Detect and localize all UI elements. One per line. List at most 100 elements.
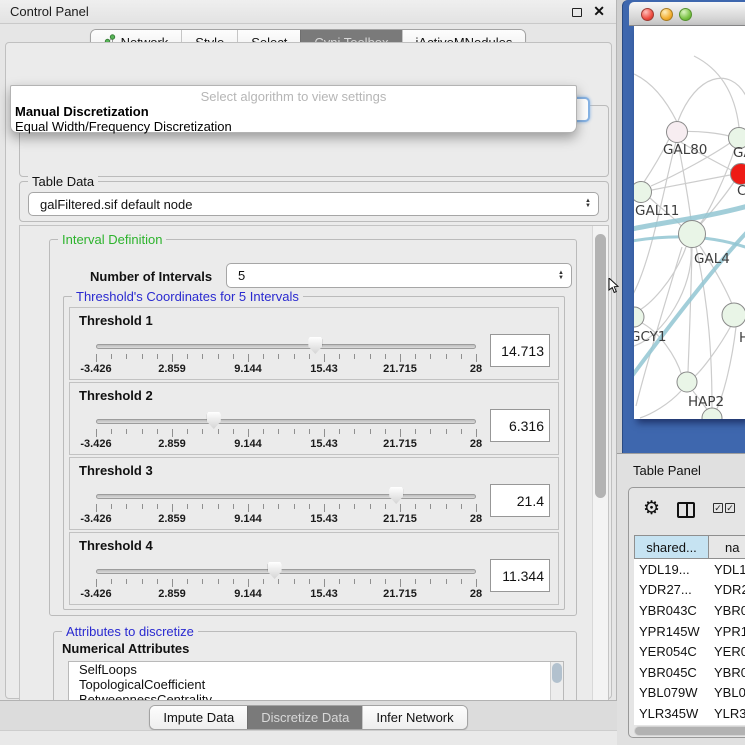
cell-name: YBL0 xyxy=(709,685,745,700)
column-header-na[interactable]: na xyxy=(709,535,745,559)
slider-ticks xyxy=(96,504,476,513)
cell-shared-name: YDL19... xyxy=(634,562,709,577)
network-edge xyxy=(696,247,712,408)
cell-name: YLR3 xyxy=(709,706,745,721)
cell-name: YBR0 xyxy=(709,665,745,680)
slider-thumb[interactable] xyxy=(308,337,322,354)
network-node-h[interactable] xyxy=(722,303,745,327)
attributes-list-scrollbar-thumb[interactable] xyxy=(552,663,562,683)
float-window-icon[interactable] xyxy=(572,8,582,17)
bottom-tab-bar: Impute DataDiscretize DataInfer Network xyxy=(0,700,617,745)
network-edge xyxy=(694,324,732,377)
network-node-gcy1[interactable] xyxy=(634,307,644,327)
network-node-c[interactable] xyxy=(731,164,745,185)
table-row[interactable]: YPR145WYPR1 xyxy=(634,621,745,642)
close-traffic-light-icon[interactable] xyxy=(641,8,654,21)
threshold-label: Threshold 4 xyxy=(79,538,153,553)
network-node-hap2[interactable] xyxy=(677,372,697,392)
threshold-value-field[interactable]: 6.316 xyxy=(490,409,550,442)
network-edge xyxy=(678,78,745,121)
column-header-shared-[interactable]: shared... xyxy=(634,535,709,559)
network-window-titlebar[interactable] xyxy=(629,2,745,26)
attributes-list-scrollbar[interactable] xyxy=(550,662,563,705)
network-node-gal4[interactable] xyxy=(679,221,706,248)
number-of-intervals-combobox[interactable]: 5 ▲▼ xyxy=(226,263,572,288)
threshold-value-field[interactable]: 11.344 xyxy=(490,559,550,592)
window-title: Control Panel xyxy=(10,4,89,19)
algorithm-option-equal-width-frequency-discretization[interactable]: Equal Width/Frequency Discretization xyxy=(15,119,232,134)
slider-thumb[interactable] xyxy=(389,487,403,504)
cell-shared-name: YER054C xyxy=(634,644,709,659)
cyni-toolbox-panel: Discretization Algorithm Table Data galF… xyxy=(5,42,612,699)
panel-scrollbar-thumb[interactable] xyxy=(595,234,606,498)
table-horizontal-scrollbar[interactable] xyxy=(634,726,745,736)
tab-impute-data[interactable]: Impute Data xyxy=(150,706,247,729)
table-header-row: shared...na xyxy=(634,535,745,559)
algorithm-option-manual-discretization[interactable]: Manual Discretization xyxy=(15,104,232,119)
table-row[interactable]: YBL079WYBL0 xyxy=(634,683,745,704)
slider-track[interactable] xyxy=(96,569,476,574)
select-columns-icons[interactable]: ✓ ✓ xyxy=(713,503,735,513)
table-row[interactable]: YDL19...YDL1 xyxy=(634,559,745,580)
table-row[interactable]: YLR345WYLR3 xyxy=(634,703,745,724)
tab-discretize-data[interactable]: Discretize Data xyxy=(247,706,362,729)
network-node-gal11[interactable] xyxy=(634,182,652,203)
bottom-strip xyxy=(0,730,617,745)
screen: Control Panel ✕ NetworkStyleSelectCyni T… xyxy=(0,0,745,745)
close-icon[interactable]: ✕ xyxy=(593,3,605,20)
columns-icon[interactable] xyxy=(677,502,695,518)
checkbox-icon: ✓ xyxy=(713,503,723,513)
slider-track[interactable] xyxy=(96,344,476,349)
attribute-item-topologicalcoefficient[interactable]: TopologicalCoefficient xyxy=(69,677,563,692)
cell-shared-name: YPR145W xyxy=(634,624,709,639)
table-scrollbar-thumb[interactable] xyxy=(635,727,745,735)
network-view-window[interactable]: GAL80GACGAL11GAL4GCY1HHAP2 xyxy=(622,0,745,453)
threshold-panel: Threshold 2-3.4262.8599.14415.4321.71528… xyxy=(69,382,559,455)
slider-track[interactable] xyxy=(96,494,476,499)
slider-track[interactable] xyxy=(96,419,476,424)
threshold-label: Threshold 2 xyxy=(79,388,153,403)
node-label: C xyxy=(737,183,745,199)
slider-thumb[interactable] xyxy=(268,562,282,579)
table-data-label: Table Data xyxy=(28,174,98,189)
network-node-gal80[interactable] xyxy=(667,122,688,143)
table-row[interactable]: YBR043CYBR0 xyxy=(634,600,745,621)
mouse-cursor xyxy=(608,278,620,294)
node-label: GCY1 xyxy=(634,329,667,345)
cell-shared-name: YBL079W xyxy=(634,685,709,700)
threshold-label: Threshold 1 xyxy=(79,313,153,328)
cell-name: YDL1 xyxy=(709,562,745,577)
table-row[interactable]: YDR27...YDR2 xyxy=(634,580,745,601)
gear-icon[interactable]: ⚙ xyxy=(643,499,660,518)
cell-name: YBR0 xyxy=(709,603,745,618)
stepper-arrows-icon: ▲▼ xyxy=(558,271,564,281)
network-canvas[interactable]: GAL80GACGAL11GAL4GCY1HHAP2 xyxy=(634,26,745,419)
number-of-intervals-value: 5 xyxy=(227,268,558,283)
table-data-combobox[interactable]: galFiltered.sif default node ▲▼ xyxy=(28,192,599,216)
network-edge xyxy=(634,74,677,122)
network-edge xyxy=(640,391,681,418)
threshold-panel: Threshold 3-3.4262.8599.14415.4321.71528… xyxy=(69,457,559,530)
cell-shared-name: YBR045C xyxy=(634,665,709,680)
panel-scrollbar[interactable] xyxy=(592,226,608,739)
slider-thumb[interactable] xyxy=(207,412,221,429)
table-row[interactable]: YIL052CYIL0 xyxy=(634,724,745,725)
network-edge xyxy=(652,175,730,190)
network-edge xyxy=(700,182,734,225)
number-of-intervals-label: Number of Intervals xyxy=(90,269,212,284)
slider-ticks xyxy=(96,429,476,438)
tab-infer-network[interactable]: Infer Network xyxy=(362,706,466,729)
zoom-traffic-light-icon[interactable] xyxy=(679,8,692,21)
minimize-traffic-light-icon[interactable] xyxy=(660,8,673,21)
table-window: ⚙ ✓ ✓ shared...na YDL19...YDL1YDR27...YD… xyxy=(628,487,745,738)
threshold-value-field[interactable]: 14.713 xyxy=(490,334,550,367)
control-panel-titlebar: Control Panel ✕ xyxy=(0,0,616,24)
threshold-panel: Threshold 1-3.4262.8599.14415.4321.71528… xyxy=(69,307,559,380)
threshold-value-field[interactable]: 21.4 xyxy=(490,484,550,517)
attribute-item-selfloops[interactable]: SelfLoops xyxy=(69,662,563,677)
threshold-panel: Threshold 4 -3.4262.8599.14415.4321.71528… xyxy=(69,532,559,605)
table-row[interactable]: YER054CYER0 xyxy=(634,641,745,662)
table-data-value: galFiltered.sif default node xyxy=(29,197,585,212)
slider-tick-labels: -3.4262.8599.14415.4321.71528 xyxy=(96,588,476,600)
table-row[interactable]: YBR045CYBR0 xyxy=(634,662,745,683)
